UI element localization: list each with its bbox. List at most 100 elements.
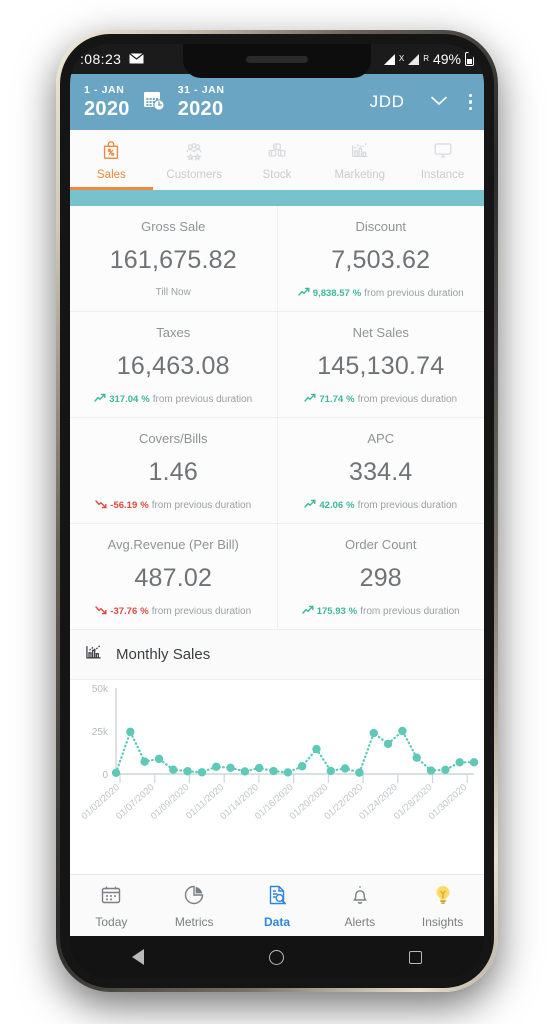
nav-label: Today bbox=[95, 914, 128, 929]
recents-icon[interactable] bbox=[408, 950, 422, 964]
chart-data-point[interactable] bbox=[312, 744, 321, 754]
nav-item-alerts[interactable]: Alerts bbox=[318, 875, 401, 936]
battery-icon bbox=[465, 50, 474, 66]
tab-instance[interactable]: Instance bbox=[401, 130, 484, 190]
metric-delta: Till Now bbox=[156, 287, 191, 298]
metric-title: Discount bbox=[355, 219, 407, 234]
chart-data-point[interactable] bbox=[140, 757, 149, 766]
chart-data-point[interactable] bbox=[455, 758, 464, 767]
brand-label[interactable]: JDD bbox=[370, 92, 405, 112]
metric-card[interactable]: Avg.Revenue (Per Bill) 487.02 -37.76% from … bbox=[70, 524, 277, 629]
metric-card[interactable]: Net Sales 145,130.74 71.74% from previous d… bbox=[276, 312, 484, 417]
tab-marketing[interactable]: Marketing bbox=[318, 130, 401, 190]
chart-data-point[interactable] bbox=[398, 726, 407, 736]
chart-data-point[interactable] bbox=[226, 763, 235, 773]
roaming-x-label: X bbox=[398, 54, 405, 63]
trend-up-icon bbox=[298, 287, 310, 300]
chart-data-point[interactable] bbox=[412, 753, 421, 762]
nav-label: Data bbox=[263, 914, 290, 929]
tab-stock[interactable]: Stock bbox=[236, 130, 319, 190]
trend-up-icon bbox=[94, 393, 106, 406]
chart-data-point[interactable] bbox=[441, 765, 450, 775]
nav-item-data[interactable]: Data bbox=[236, 875, 319, 936]
nav-label: Alerts bbox=[344, 914, 376, 929]
metric-delta-label: from previous duration bbox=[360, 606, 460, 617]
nav-item-metrics[interactable]: Metrics bbox=[153, 875, 236, 936]
metric-card[interactable]: Covers/Bills 1.46 -56.19% from previous dur… bbox=[70, 418, 277, 523]
chart-data-point[interactable] bbox=[355, 768, 364, 777]
screenshot-root: :08:23 X R 49% 1 - JAN 2020 31 - JAN 202… bbox=[0, 0, 554, 1024]
tab-label: Customers bbox=[166, 169, 222, 181]
end-date-day: 31 - JAN bbox=[177, 84, 225, 97]
phone-notch bbox=[183, 44, 371, 78]
tab-active-indicator bbox=[318, 187, 401, 190]
metric-delta-percent: -37.76 bbox=[110, 606, 138, 617]
chart-data-point[interactable] bbox=[169, 765, 178, 774]
back-icon[interactable] bbox=[132, 949, 145, 965]
nav-item-today[interactable]: Today bbox=[70, 875, 153, 936]
metric-delta-percent: -56.19 bbox=[110, 500, 138, 511]
android-nav-bar bbox=[70, 936, 484, 978]
chart-data-point[interactable] bbox=[340, 764, 350, 773]
bottom-navigation: Today Metrics Data Alerts Insights bbox=[70, 874, 484, 936]
metric-card[interactable]: Discount 7,503.62 9,838.57% from previous d… bbox=[276, 206, 484, 311]
chart-data-point[interactable] bbox=[111, 768, 121, 777]
metric-value: 145,130.74 bbox=[317, 352, 445, 380]
metric-row: Gross Sale 161,675.82 Till Now Discount 7,50… bbox=[70, 206, 484, 312]
category-tabs: Sales Customers Stock Marketing Instance bbox=[70, 130, 484, 190]
calendar-clock-icon[interactable] bbox=[142, 88, 166, 117]
data-search-icon bbox=[265, 883, 289, 912]
chart-data-point[interactable] bbox=[326, 766, 335, 776]
tab-sales[interactable]: Sales bbox=[70, 130, 153, 190]
customers-group-icon bbox=[183, 139, 205, 166]
tab-customers[interactable]: Customers bbox=[153, 130, 236, 190]
y-axis-tick-label: 25k bbox=[92, 727, 109, 738]
chart-data-point[interactable] bbox=[212, 762, 221, 771]
metric-delta-unit: % bbox=[141, 394, 150, 405]
metric-delta-unit: % bbox=[348, 606, 358, 617]
kebab-menu-icon[interactable] bbox=[463, 88, 479, 117]
envelope-icon bbox=[129, 52, 145, 67]
metric-card[interactable]: Order Count 298 175.93% from previous durat… bbox=[276, 524, 484, 629]
chart-data-point[interactable] bbox=[369, 728, 378, 738]
monthly-sales-chart[interactable]: 0 25k 50k 01/02/2020 01/07/2020 01/09/2020 01/… bbox=[70, 680, 484, 830]
chart-data-point[interactable] bbox=[240, 767, 250, 776]
signal-bars-icon bbox=[383, 53, 395, 65]
chart-data-point[interactable] bbox=[269, 766, 278, 776]
metric-card[interactable]: APC 334.4 42.06% from previous duration bbox=[276, 418, 484, 523]
chevron-down-icon[interactable] bbox=[430, 93, 447, 111]
trend-down-icon bbox=[95, 499, 107, 512]
metric-delta-unit: % bbox=[352, 288, 362, 299]
chart-data-point[interactable] bbox=[383, 739, 393, 749]
chart-data-point[interactable] bbox=[126, 727, 135, 737]
chart-data-point[interactable] bbox=[255, 763, 264, 773]
metric-value: 334.4 bbox=[348, 458, 413, 486]
bar-chart-icon bbox=[84, 642, 104, 667]
metric-card[interactable]: Gross Sale 161,675.82 Till Now bbox=[70, 206, 277, 311]
trend-up-icon bbox=[304, 499, 316, 512]
chart-data-point[interactable] bbox=[183, 767, 192, 776]
nav-item-insights[interactable]: Insights bbox=[401, 875, 484, 936]
tab-active-indicator bbox=[236, 187, 319, 190]
chart-data-point[interactable] bbox=[297, 762, 307, 771]
trend-up-icon bbox=[304, 393, 316, 406]
chart-data-point[interactable] bbox=[469, 758, 479, 767]
chart-line bbox=[114, 728, 476, 774]
metric-card[interactable]: Taxes 16,463.08 317.04% from previous durat… bbox=[70, 312, 277, 417]
nav-label: Insights bbox=[421, 914, 464, 929]
chart-data-point[interactable] bbox=[283, 768, 293, 777]
home-icon[interactable] bbox=[268, 949, 284, 965]
dashboard-content[interactable]: Gross Sale 161,675.82 Till Now Discount 7,50… bbox=[70, 206, 484, 874]
chart-data-point[interactable] bbox=[197, 768, 207, 777]
metric-title: Gross Sale bbox=[141, 219, 206, 234]
date-range-end[interactable]: 31 - JAN 2020 bbox=[178, 85, 225, 119]
metric-delta-unit: % bbox=[140, 500, 149, 511]
metric-value: 161,675.82 bbox=[109, 246, 237, 274]
chart-data-point[interactable] bbox=[154, 754, 164, 764]
metric-delta-percent: 71.74 bbox=[319, 394, 344, 405]
bell-icon bbox=[348, 883, 372, 912]
chart-data-point[interactable] bbox=[426, 766, 436, 775]
metric-value: 7,503.62 bbox=[331, 246, 431, 274]
metric-delta: 175.93% from previous duration bbox=[302, 605, 460, 618]
date-range-start[interactable]: 1 - JAN 2020 bbox=[84, 85, 130, 119]
